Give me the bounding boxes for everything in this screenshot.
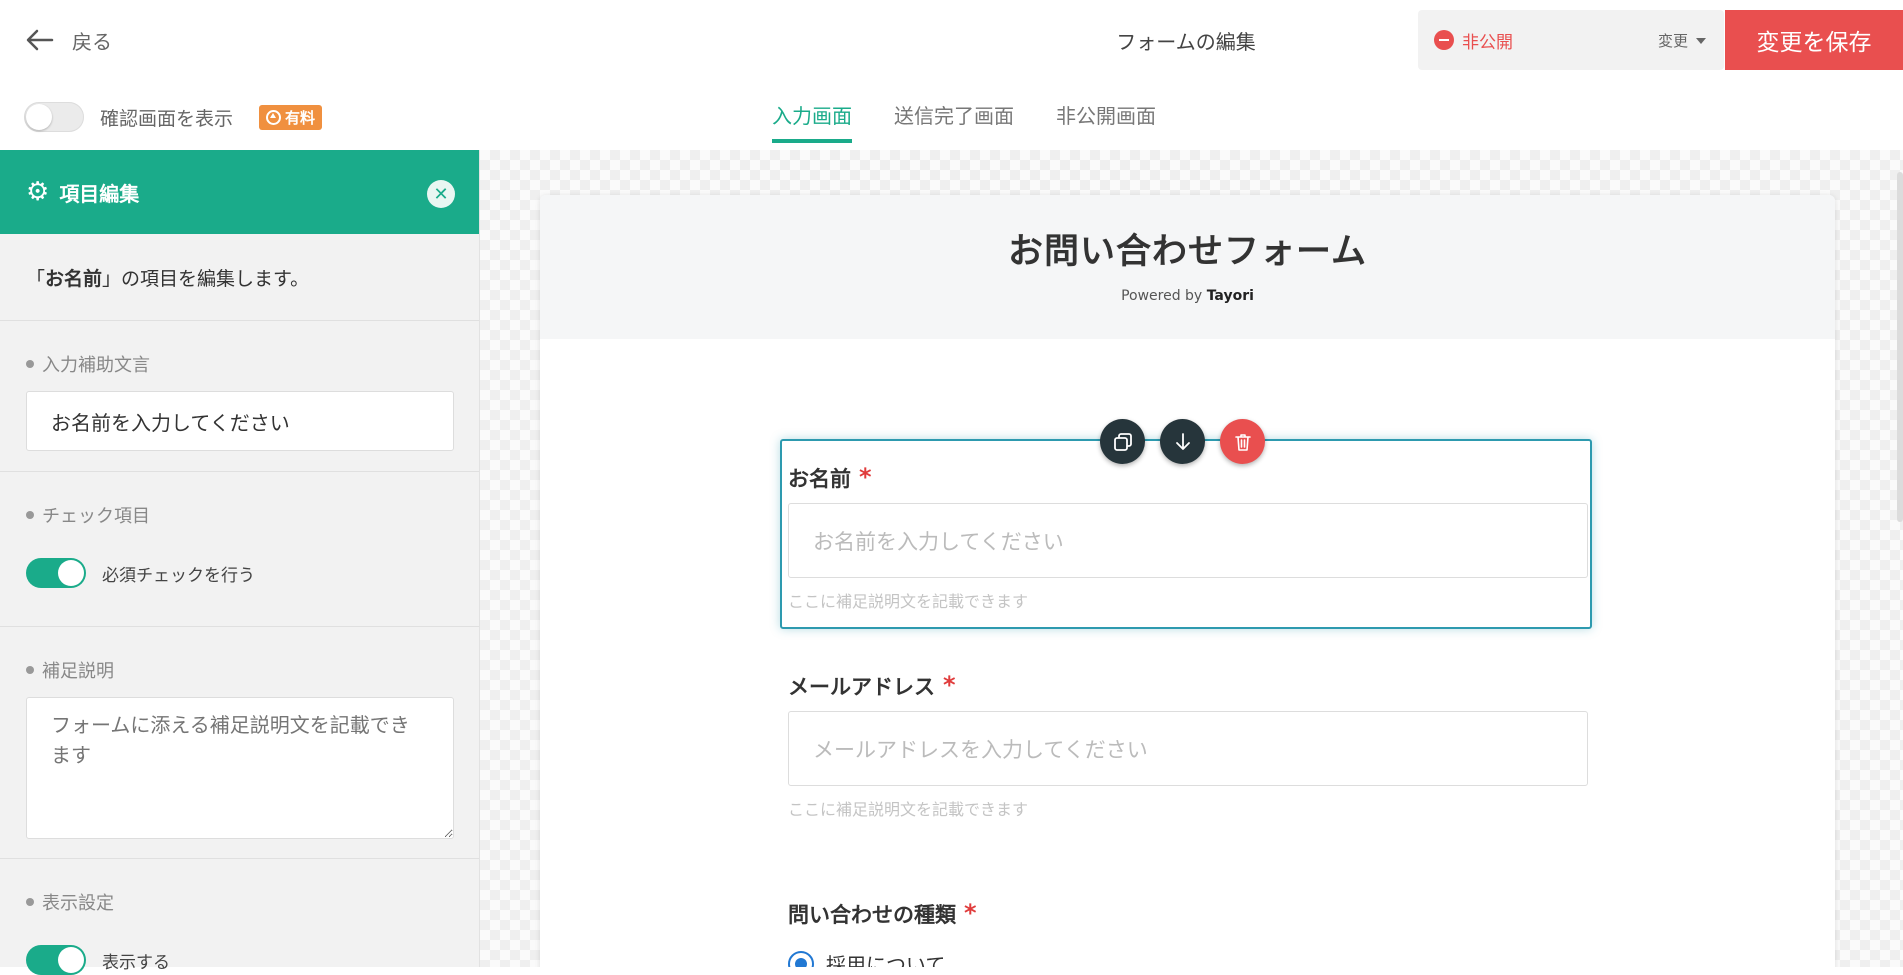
trash-icon <box>1234 433 1251 451</box>
field-label-text: お名前 <box>788 467 851 491</box>
field-label-text: メールアドレス <box>788 675 935 699</box>
form-field-email[interactable]: メールアドレス * メールアドレスを入力してください ここに補足説明文を記載できま… <box>780 671 1592 820</box>
field-toolbar <box>1100 419 1265 464</box>
placeholder-input[interactable] <box>26 391 454 451</box>
publish-status-text: 非公開 <box>1462 32 1513 53</box>
toggle-knob <box>58 560 84 586</box>
duplicate-button[interactable] <box>1100 419 1145 464</box>
bullet-icon <box>26 511 34 519</box>
copy-icon <box>1113 432 1132 451</box>
placeholder-section: 入力補助文言 <box>0 321 479 472</box>
powered-by: Powered by Tayori <box>540 288 1835 304</box>
form-title: お問い合わせフォーム <box>1008 232 1367 272</box>
confirm-screen-label: 確認画面を表示 <box>100 107 234 130</box>
form-preview-canvas: お問い合わせフォーム Powered by Tayori お名前 * お名前を入力… <box>480 150 1903 967</box>
delete-button[interactable] <box>1220 419 1265 464</box>
private-status-icon <box>1434 30 1454 50</box>
note-section: 補足説明 <box>0 627 479 859</box>
save-changes-button[interactable]: 変更を保存 <box>1725 10 1903 70</box>
toggle-knob <box>58 947 84 973</box>
tab-complete-screen[interactable]: 送信完了画面 <box>894 100 1014 143</box>
field-hint: ここに補足説明文を記載できます <box>788 592 1029 611</box>
screen-tabs: 入力画面 送信完了画面 非公開画面 <box>772 100 1156 143</box>
note-textarea[interactable] <box>26 697 454 839</box>
placeholder-section-label: 入力補助文言 <box>26 351 453 377</box>
form-field-inquiry-type[interactable]: 問い合わせの種類 * 採用について <box>780 899 1592 967</box>
canvas-scrollbar[interactable] <box>1897 172 1903 522</box>
move-down-button[interactable] <box>1160 419 1205 464</box>
tab-private-screen[interactable]: 非公開画面 <box>1056 100 1156 143</box>
intro-prefix: 「 <box>26 267 46 290</box>
field-label: お名前 * <box>788 463 1584 493</box>
required-mark: * <box>943 671 956 699</box>
required-mark: * <box>964 899 977 927</box>
name-input-preview[interactable]: お名前を入力してください <box>788 503 1588 578</box>
confirm-screen-setting: 確認画面を表示 有料 <box>24 102 323 132</box>
field-hint: ここに補足説明文を記載できます <box>788 800 1029 819</box>
change-status-label: 変更 <box>1657 32 1688 50</box>
required-check-label: 必須チェックを行う <box>102 565 255 586</box>
placeholder-section-title: 入力補助文言 <box>42 355 150 376</box>
field-label: メールアドレス * <box>788 671 1584 701</box>
top-header: 戻る フォームの編集 非公開 変更 変更を保存 <box>0 0 1903 80</box>
upgrade-icon <box>266 109 282 125</box>
change-status-dropdown[interactable]: 変更 <box>1658 30 1706 51</box>
check-section: チェック項目 必須チェックを行う <box>0 472 479 627</box>
toggle-knob <box>26 104 52 130</box>
form-field-name[interactable]: お名前 * お名前を入力してください ここに補足説明文を記載できます <box>780 439 1592 629</box>
caret-down-icon <box>1696 37 1706 44</box>
display-toggle[interactable] <box>26 945 86 975</box>
bullet-icon <box>26 360 34 368</box>
tab-input-screen[interactable]: 入力画面 <box>772 100 852 143</box>
intro-suffix: 」の項目を編集します。 <box>102 267 310 290</box>
display-section: 表示設定 表示する <box>0 859 479 975</box>
powered-brand: Tayori <box>1206 288 1254 304</box>
radio-option-label: 採用について <box>826 953 946 967</box>
note-section-title: 補足説明 <box>42 661 114 682</box>
required-mark: * <box>859 463 872 491</box>
required-check-toggle[interactable] <box>26 558 86 588</box>
item-edit-sidebar: ⚙ 項目編集 ✕ 「お名前」の項目を編集します。 入力補助文言 チェック項目 必… <box>0 150 480 975</box>
note-section-label: 補足説明 <box>26 657 453 683</box>
confirm-screen-toggle[interactable] <box>24 102 84 132</box>
intro-item-name: お名前 <box>45 267 103 290</box>
form-header: お問い合わせフォーム Powered by Tayori <box>540 195 1835 339</box>
form-card: お問い合わせフォーム Powered by Tayori お名前 * お名前を入力… <box>540 195 1835 967</box>
gear-icon: ⚙ <box>26 177 50 207</box>
bullet-icon <box>26 898 34 906</box>
sidebar-intro: 「お名前 」の項目を編集します。 <box>0 234 479 321</box>
radio-button-selected[interactable] <box>788 950 814 967</box>
paid-badge-label: 有料 <box>285 108 316 127</box>
powered-prefix: Powered by <box>1121 288 1203 304</box>
display-row: 表示する <box>26 945 453 975</box>
check-section-label: チェック項目 <box>26 502 453 528</box>
field-label: 問い合わせの種類 * <box>788 899 1584 929</box>
paid-badge: 有料 <box>259 104 323 130</box>
sidebar-header: ⚙ 項目編集 ✕ <box>0 150 479 234</box>
display-label: 表示する <box>102 952 170 973</box>
display-section-label: 表示設定 <box>26 889 453 915</box>
sidebar-title: 項目編集 <box>59 181 140 206</box>
publish-status-box: 非公開 変更 <box>1418 10 1724 70</box>
email-input-preview[interactable]: メールアドレスを入力してください <box>788 711 1588 786</box>
arrow-down-icon <box>1175 432 1190 450</box>
display-section-title: 表示設定 <box>42 893 114 914</box>
check-section-title: チェック項目 <box>42 506 150 527</box>
close-icon[interactable]: ✕ <box>427 180 455 208</box>
field-label-text: 問い合わせの種類 <box>788 903 956 927</box>
bullet-icon <box>26 666 34 674</box>
radio-option[interactable]: 採用について <box>788 949 1584 967</box>
required-check-row: 必須チェックを行う <box>26 558 453 588</box>
